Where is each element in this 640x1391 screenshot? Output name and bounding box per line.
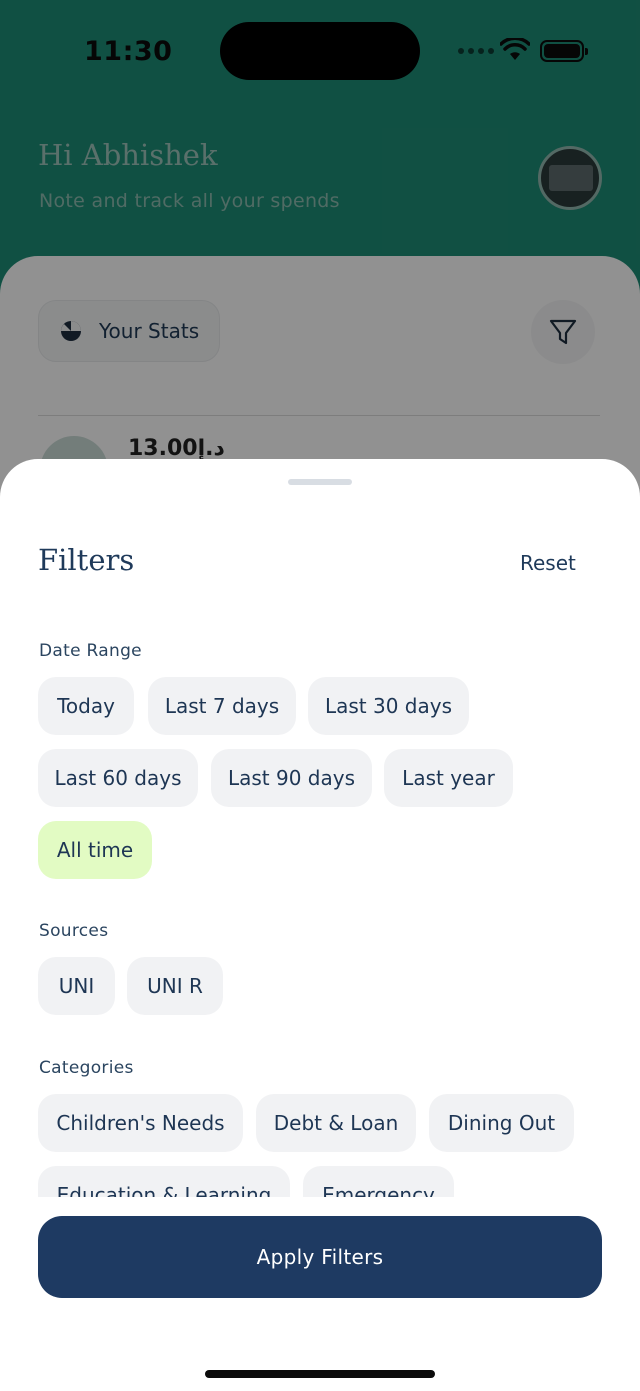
- chip-last-60-days[interactable]: Last 60 days: [38, 749, 198, 807]
- sheet-title: Filters: [38, 543, 135, 577]
- filters-sheet: Filters Reset Date Range Today Last 7 da…: [0, 459, 640, 1391]
- home-indicator[interactable]: [205, 1370, 435, 1378]
- categories-label: Categories: [39, 1058, 134, 1078]
- chip-dining-out[interactable]: Dining Out: [429, 1094, 574, 1152]
- chip-education-learning[interactable]: Education & Learning: [38, 1166, 290, 1197]
- apply-filters-button[interactable]: Apply Filters: [38, 1216, 602, 1298]
- categories-scroll[interactable]: Children's Needs Debt & Loan Dining Out …: [0, 1079, 640, 1197]
- sheet-drag-handle[interactable]: [288, 479, 352, 485]
- chip-today[interactable]: Today: [38, 677, 134, 735]
- chip-last-year[interactable]: Last year: [384, 749, 513, 807]
- chip-last-7-days[interactable]: Last 7 days: [148, 677, 296, 735]
- chip-last-30-days[interactable]: Last 30 days: [308, 677, 469, 735]
- date-range-label: Date Range: [39, 641, 142, 661]
- chip-last-90-days[interactable]: Last 90 days: [211, 749, 372, 807]
- chip-all-time[interactable]: All time: [38, 821, 152, 879]
- chip-emergency[interactable]: Emergency: [303, 1166, 454, 1197]
- sources-label: Sources: [39, 921, 109, 941]
- reset-button[interactable]: Reset: [520, 551, 576, 575]
- chip-source-uni[interactable]: UNI: [38, 957, 115, 1015]
- chip-childrens-needs[interactable]: Children's Needs: [38, 1094, 243, 1152]
- chip-source-uni-r[interactable]: UNI R: [127, 957, 223, 1015]
- chip-debt-loan[interactable]: Debt & Loan: [256, 1094, 416, 1152]
